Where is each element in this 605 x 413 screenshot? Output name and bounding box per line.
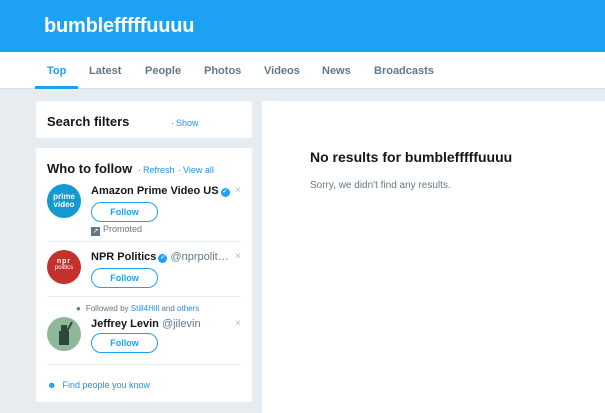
follow-button[interactable]: Follow bbox=[91, 268, 158, 288]
divider bbox=[47, 296, 241, 297]
verified-badge-icon: ✓ bbox=[158, 254, 168, 263]
close-icon[interactable]: × bbox=[235, 185, 241, 196]
people-icon: ☻ bbox=[47, 380, 57, 390]
context-others-link[interactable]: others bbox=[177, 304, 199, 313]
avatar[interactable]: npr politics bbox=[47, 250, 81, 284]
tab-videos[interactable]: Videos bbox=[264, 65, 300, 77]
tab-latest[interactable]: Latest bbox=[89, 65, 121, 77]
refresh-link[interactable]: Refresh bbox=[143, 165, 175, 175]
search-tabs: Top Latest People Photos Videos News Bro… bbox=[0, 52, 605, 89]
statue-icon bbox=[59, 321, 73, 345]
follow-button[interactable]: Follow bbox=[91, 202, 158, 222]
tab-top[interactable]: Top bbox=[47, 65, 66, 77]
close-icon[interactable]: × bbox=[235, 318, 241, 329]
separator: · bbox=[138, 165, 141, 175]
tab-broadcasts[interactable]: Broadcasts bbox=[374, 65, 434, 77]
avatar-text: npr bbox=[56, 258, 72, 265]
avatar[interactable] bbox=[47, 317, 81, 351]
promoted-label: ↗ Promoted bbox=[91, 224, 142, 236]
results-panel: No results for bumblefffffuuuu Sorry, we… bbox=[262, 101, 605, 413]
divider bbox=[47, 364, 241, 365]
page-title: bumblefffffuuuu bbox=[44, 15, 195, 37]
search-filters-card: Search filters · Show bbox=[36, 101, 252, 138]
promoted-icon: ↗ bbox=[91, 227, 100, 236]
separator: · bbox=[178, 165, 181, 175]
account-name: Amazon Prime Video US bbox=[91, 185, 219, 197]
who-to-follow-card: Who to follow · Refresh · View all prime… bbox=[36, 148, 252, 402]
no-results-message: Sorry, we didn't find any results. bbox=[310, 180, 451, 191]
account-name: Jeffrey Levin bbox=[91, 318, 159, 330]
avatar-text: prime video bbox=[53, 192, 75, 209]
context-user-link[interactable]: Still4Hill bbox=[131, 304, 159, 313]
top-header: bumblefffffuuuu bbox=[0, 0, 605, 52]
tab-people[interactable]: People bbox=[145, 65, 181, 77]
avatar-text: politics bbox=[54, 265, 74, 271]
account-name-row[interactable]: Amazon Prime Video US ✓ bbox=[91, 185, 230, 197]
find-people-link[interactable]: ☻ Find people you know bbox=[47, 380, 150, 390]
separator: · bbox=[171, 118, 174, 128]
context-and: and bbox=[161, 304, 175, 313]
verified-badge-icon: ✓ bbox=[220, 188, 230, 197]
find-people-label: Find people you know bbox=[62, 380, 151, 390]
account-handle: @nprpolit… bbox=[170, 251, 229, 263]
search-filters-title: Search filters bbox=[47, 114, 130, 129]
follow-button[interactable]: Follow bbox=[91, 333, 158, 353]
context-prefix: Followed by bbox=[85, 304, 129, 313]
promoted-text: Promoted bbox=[103, 224, 143, 234]
account-handle: @jilevin bbox=[161, 318, 201, 330]
show-filters-link[interactable]: Show bbox=[176, 118, 199, 128]
close-icon[interactable]: × bbox=[235, 251, 241, 262]
active-tab-indicator bbox=[35, 86, 78, 89]
view-all-link[interactable]: View all bbox=[183, 165, 214, 175]
divider bbox=[47, 241, 241, 242]
account-name: NPR Politics bbox=[91, 251, 157, 263]
person-icon: ● bbox=[76, 304, 81, 313]
avatar[interactable]: prime video bbox=[47, 184, 81, 218]
account-name-row[interactable]: NPR Politics ✓ @nprpolit… bbox=[91, 251, 229, 263]
who-to-follow-title: Who to follow bbox=[47, 161, 133, 176]
tab-photos[interactable]: Photos bbox=[204, 65, 241, 77]
followed-by-context: ● Followed by Still4Hill and others bbox=[76, 304, 199, 313]
no-results-heading: No results for bumblefffffuuuu bbox=[310, 149, 513, 165]
tab-news[interactable]: News bbox=[322, 65, 351, 77]
account-name-row[interactable]: Jeffrey Levin @jilevin bbox=[91, 318, 201, 330]
